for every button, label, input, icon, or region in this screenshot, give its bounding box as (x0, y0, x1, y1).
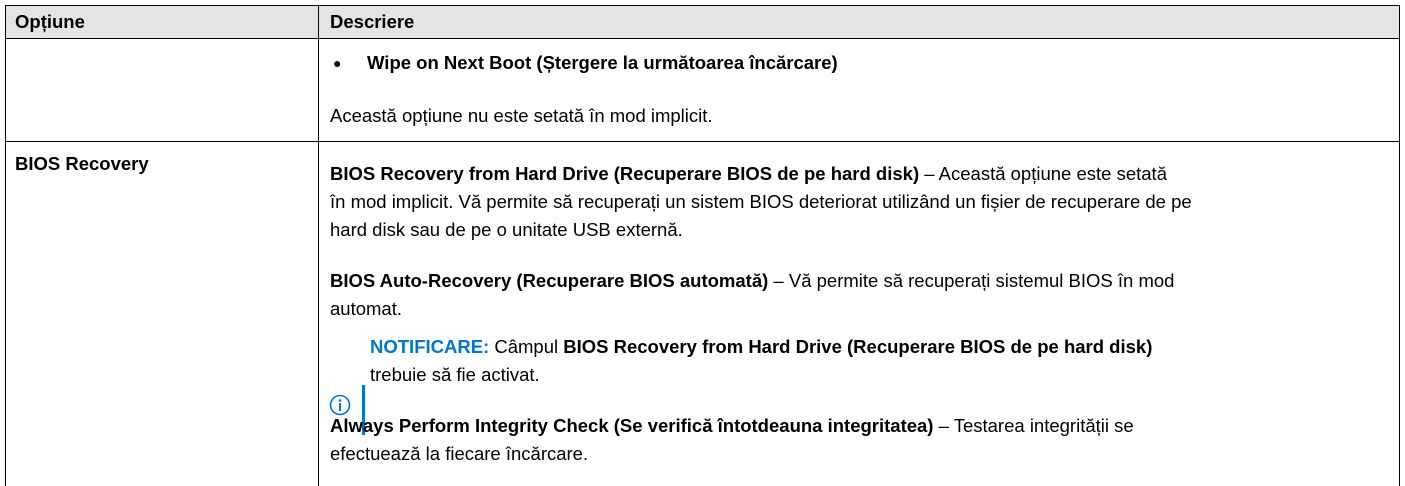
options-table: Opțiune Descriere ● Wipe on Next Boot (Ș… (0, 0, 1405, 486)
header-description: Descriere (330, 11, 415, 32)
paragraph-line: automat. (330, 298, 402, 319)
header-option: Opțiune (15, 11, 85, 32)
table-header (6, 6, 1399, 38)
bullet-item: Wipe on Next Boot (Ștergere la următoare… (367, 52, 838, 73)
table-border-left (5, 5, 6, 486)
paragraph-line: efectuează la fiecare încărcare. (330, 443, 589, 464)
paragraph-hdd-recovery: BIOS Recovery from Hard Drive (Recuperar… (330, 163, 1167, 184)
row-text: Această opțiune nu este setată în mod im… (330, 105, 713, 126)
paragraph-auto-recovery: BIOS Auto-Recovery (Recuperare BIOS auto… (330, 270, 1175, 291)
header-divider (5, 38, 1400, 39)
paragraph-line: hard disk sau de pe o unitate USB extern… (330, 219, 683, 240)
bullet-icon: ● (333, 55, 342, 71)
paragraph-integrity-check: Always Perform Integrity Check (Se verif… (330, 415, 1134, 436)
row-divider (5, 141, 1400, 142)
column-divider (318, 5, 319, 486)
table-border-top (5, 5, 1400, 6)
option-label: BIOS Recovery (15, 153, 149, 174)
paragraph-line: în mod implicit. Vă permite să recuperaț… (330, 191, 1192, 212)
note-text: NOTIFICARE: Câmpul BIOS Recovery from Ha… (370, 336, 1153, 357)
table-border-right (1399, 5, 1400, 486)
note-line: trebuie să fie activat. (370, 364, 540, 385)
